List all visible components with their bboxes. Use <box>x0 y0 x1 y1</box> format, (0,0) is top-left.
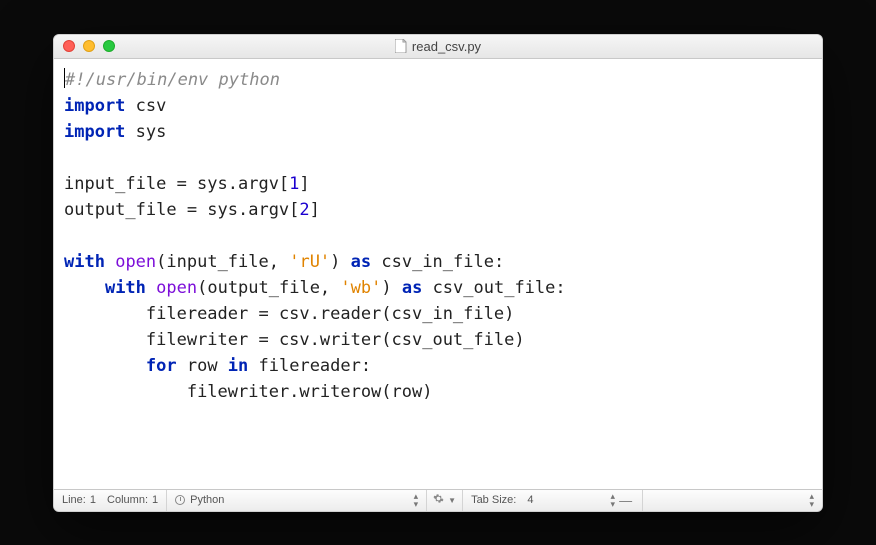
line-label: Line: <box>62 494 86 506</box>
zoom-button[interactable] <box>103 40 115 52</box>
syntax-label: Python <box>190 494 224 506</box>
right-stepper[interactable]: ▴▾ <box>799 490 822 511</box>
status-spacer <box>643 490 799 511</box>
window-title: read_csv.py <box>412 39 481 54</box>
column-value: 1 <box>152 494 158 506</box>
tab-size-selector[interactable]: Tab Size: 4 ▴▾ — <box>463 490 643 511</box>
tab-size-label: Tab Size: <box>471 494 516 506</box>
status-bar: Line: 1 Column: 1 Python ▴▾ ▼ Tab Size: … <box>54 489 822 511</box>
editor-window: read_csv.py #!/usr/bin/env python import… <box>53 34 823 512</box>
stepper-icon[interactable]: ▴▾ <box>807 492 814 508</box>
minimize-button[interactable] <box>83 40 95 52</box>
cursor-position[interactable]: Line: 1 Column: 1 <box>54 490 167 511</box>
traffic-lights <box>54 40 115 52</box>
stepper-icon[interactable]: ▴▾ <box>609 492 616 508</box>
syntax-selector[interactable]: Python ▴▾ <box>167 490 427 511</box>
stepper-icon[interactable]: ▴▾ <box>412 492 419 508</box>
code-content[interactable]: #!/usr/bin/env python import csv import … <box>64 67 812 405</box>
line-value: 1 <box>90 494 96 506</box>
minus-icon[interactable]: — <box>617 493 634 508</box>
clock-icon <box>175 495 185 505</box>
column-label: Column: <box>107 494 148 506</box>
titlebar[interactable]: read_csv.py <box>54 35 822 59</box>
title-center: read_csv.py <box>54 39 822 54</box>
tab-size-value: 4 <box>527 494 533 506</box>
gear-icon <box>433 493 444 507</box>
file-icon <box>395 39 407 53</box>
settings-dropdown[interactable]: ▼ <box>427 490 463 511</box>
close-button[interactable] <box>63 40 75 52</box>
editor-area[interactable]: #!/usr/bin/env python import csv import … <box>54 59 822 489</box>
